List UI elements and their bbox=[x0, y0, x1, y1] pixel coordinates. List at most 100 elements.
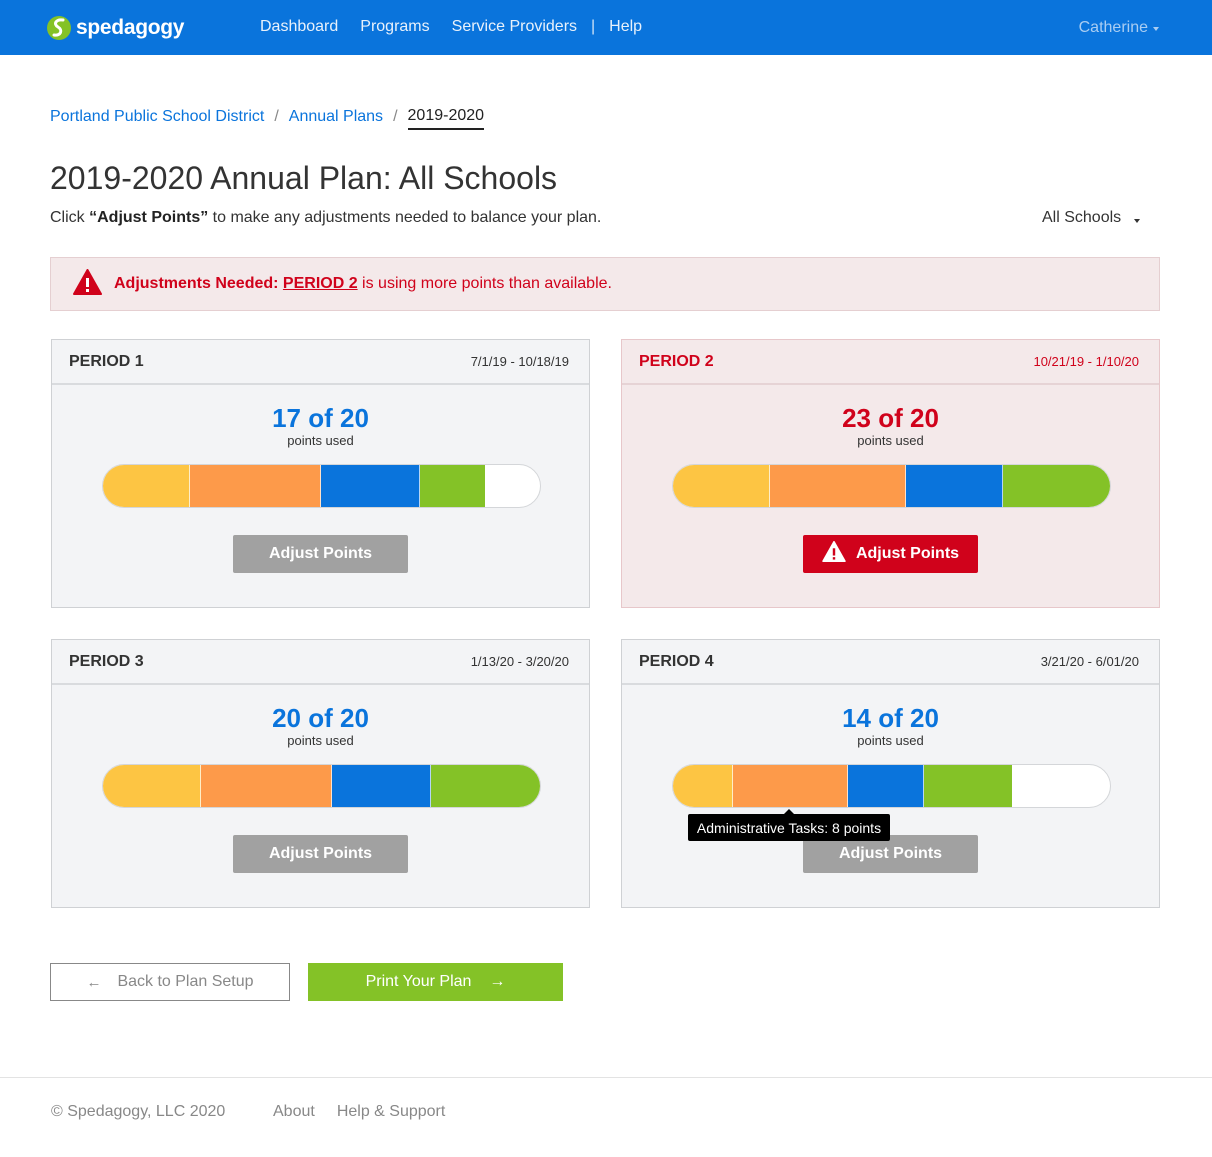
chevron-down-icon bbox=[1134, 219, 1141, 223]
top-navbar: spedagogy Dashboard Programs Service Pro… bbox=[0, 0, 1212, 55]
alert-message: Adjustments Needed: PERIOD 2 is using mo… bbox=[114, 275, 612, 293]
footer-copyright: © Spedagogy, LLC 2020 bbox=[51, 1103, 226, 1120]
subtitle-bold: “Adjust Points” bbox=[89, 209, 209, 226]
adjust-points-button[interactable]: Adjust Points bbox=[233, 835, 408, 873]
points-used-label: points used bbox=[857, 433, 924, 448]
school-filter-value: All Schools bbox=[1042, 209, 1122, 226]
points-bar bbox=[102, 764, 541, 808]
user-menu[interactable]: Catherine bbox=[1079, 19, 1159, 37]
period-title: PERIOD 3 bbox=[69, 652, 144, 670]
bar-orange-segment[interactable] bbox=[733, 765, 848, 807]
points-usage: 23 of 20 points used bbox=[622, 404, 1159, 448]
period-card: PERIOD 1 7/1/19 - 10/18/19 17 of 20 poin… bbox=[51, 339, 590, 608]
print-label: Print Your Plan bbox=[365, 973, 472, 990]
breadcrumb-separator: / bbox=[274, 108, 279, 125]
logo-mark-icon bbox=[46, 11, 72, 45]
bar-orange-segment[interactable] bbox=[201, 765, 333, 807]
points-bar bbox=[672, 764, 1111, 808]
points-usage: 14 of 20 points used bbox=[622, 704, 1159, 748]
bar-orange-segment[interactable] bbox=[190, 465, 322, 507]
page-subtitle: Click “Adjust Points” to make any adjust… bbox=[50, 209, 601, 227]
period-dates: 7/1/19 - 10/18/19 bbox=[470, 354, 569, 369]
print-plan-button[interactable]: Print Your Plan → bbox=[308, 963, 563, 1001]
points-used-label: points used bbox=[287, 433, 354, 448]
bar-orange-segment[interactable] bbox=[770, 465, 907, 507]
bar-green-segment[interactable] bbox=[419, 465, 486, 507]
card-header: PERIOD 1 7/1/19 - 10/18/19 bbox=[52, 340, 589, 385]
period-title: PERIOD 4 bbox=[639, 652, 714, 670]
adjust-points-label: Adjust Points bbox=[268, 545, 373, 562]
nav-help[interactable]: Help bbox=[609, 18, 642, 36]
bar-blue-segment[interactable] bbox=[332, 765, 431, 807]
back-to-plan-setup-button[interactable]: ← Back to Plan Setup bbox=[50, 963, 290, 1001]
subtitle-prefix: Click bbox=[50, 209, 90, 226]
back-label: Back to Plan Setup bbox=[117, 973, 254, 990]
adjust-points-label: Adjust Points bbox=[855, 545, 960, 562]
warning-icon bbox=[822, 541, 846, 567]
card-header: PERIOD 2 10/21/19 - 1/10/20 bbox=[622, 340, 1159, 385]
points-used-count: 20 of 20 bbox=[272, 703, 369, 733]
card-header: PERIOD 3 1/13/20 - 3/20/20 bbox=[52, 640, 589, 685]
points-used-label: points used bbox=[287, 733, 354, 748]
bar-yellow-segment[interactable] bbox=[673, 765, 734, 807]
alert-text: is using more points than available. bbox=[357, 275, 612, 292]
period-dates: 3/21/20 - 6/01/20 bbox=[1040, 654, 1139, 669]
points-used-count: 17 of 20 bbox=[272, 403, 369, 433]
bar-green-segment[interactable] bbox=[430, 765, 540, 807]
bar-yellow-segment[interactable] bbox=[103, 465, 191, 507]
period-dates: 1/13/20 - 3/20/20 bbox=[470, 654, 569, 669]
arrow-right-icon: → bbox=[489, 973, 506, 990]
period-title: PERIOD 1 bbox=[69, 352, 144, 370]
points-usage: 17 of 20 points used bbox=[52, 404, 589, 448]
breadcrumb-current: 2019-2020 bbox=[407, 107, 485, 130]
alert-strong: Adjustments Needed: bbox=[114, 275, 279, 292]
bar-yellow-segment[interactable] bbox=[673, 465, 771, 507]
adjustments-alert: Adjustments Needed: PERIOD 2 is using mo… bbox=[50, 257, 1160, 311]
user-name: Catherine bbox=[1078, 19, 1148, 36]
bar-blue-segment[interactable] bbox=[321, 465, 420, 507]
breadcrumb-district[interactable]: Portland Public School District bbox=[50, 108, 264, 126]
bar-green-segment[interactable] bbox=[924, 765, 1012, 807]
segment-tooltip: Administrative Tasks: 8 points bbox=[688, 809, 890, 841]
card-header: PERIOD 4 3/21/20 - 6/01/20 bbox=[622, 640, 1159, 685]
page-title: 2019-2020 Annual Plan: All Schools bbox=[50, 160, 558, 196]
warning-icon bbox=[73, 268, 102, 300]
breadcrumb-annual-plans[interactable]: Annual Plans bbox=[289, 108, 383, 126]
period-card: PERIOD 2 10/21/19 - 1/10/20 23 of 20 poi… bbox=[621, 339, 1160, 608]
bar-green-segment[interactable] bbox=[1003, 465, 1110, 507]
footer-about-link[interactable]: About bbox=[273, 1103, 315, 1121]
footer-help-link[interactable]: Help & Support bbox=[337, 1103, 446, 1121]
nav-separator: | bbox=[591, 18, 596, 35]
nav-dashboard[interactable]: Dashboard bbox=[260, 18, 338, 36]
nav-service-providers[interactable]: Service Providers bbox=[452, 18, 577, 36]
period-card: PERIOD 3 1/13/20 - 3/20/20 20 of 20 poin… bbox=[51, 639, 590, 908]
period-card: PERIOD 4 3/21/20 - 6/01/20 14 of 20 poin… bbox=[621, 639, 1160, 908]
spedagogy-logo[interactable]: spedagogy bbox=[46, 11, 184, 45]
school-filter-dropdown[interactable]: All Schools bbox=[1042, 209, 1141, 227]
bar-yellow-segment[interactable] bbox=[103, 765, 202, 807]
breadcrumb-separator: / bbox=[393, 108, 398, 125]
period-dates: 10/21/19 - 1/10/20 bbox=[1033, 354, 1139, 369]
breadcrumb: Portland Public School District / Annual… bbox=[50, 104, 485, 130]
points-used-label: points used bbox=[857, 733, 924, 748]
alert-period-link[interactable]: PERIOD 2 bbox=[283, 275, 358, 292]
adjust-points-label: Adjust Points bbox=[838, 845, 943, 862]
arrow-left-icon: ← bbox=[86, 973, 102, 991]
adjust-points-button[interactable]: Adjust Points bbox=[233, 535, 408, 573]
bar-blue-segment[interactable] bbox=[847, 765, 925, 807]
footer-links: About Help & Support bbox=[273, 1103, 467, 1121]
points-bar bbox=[102, 464, 541, 508]
adjust-points-label: Adjust Points bbox=[268, 845, 373, 862]
brand-name: spedagogy bbox=[76, 16, 185, 39]
bar-blue-segment[interactable] bbox=[906, 465, 1004, 507]
chevron-down-icon bbox=[1153, 26, 1159, 31]
points-bar bbox=[672, 464, 1111, 508]
footer: © Spedagogy, LLC 2020 About Help & Suppo… bbox=[0, 1077, 1212, 1157]
period-title: PERIOD 2 bbox=[639, 352, 714, 370]
points-used-count: 14 of 20 bbox=[842, 703, 939, 733]
adjust-points-button[interactable]: Adjust Points bbox=[803, 535, 978, 573]
nav-programs[interactable]: Programs bbox=[360, 18, 429, 36]
points-used-count: 23 of 20 bbox=[842, 403, 939, 433]
main-nav: Dashboard Programs Service Providers | H… bbox=[260, 18, 642, 36]
subtitle-suffix: to make any adjustments needed to balanc… bbox=[208, 209, 602, 226]
